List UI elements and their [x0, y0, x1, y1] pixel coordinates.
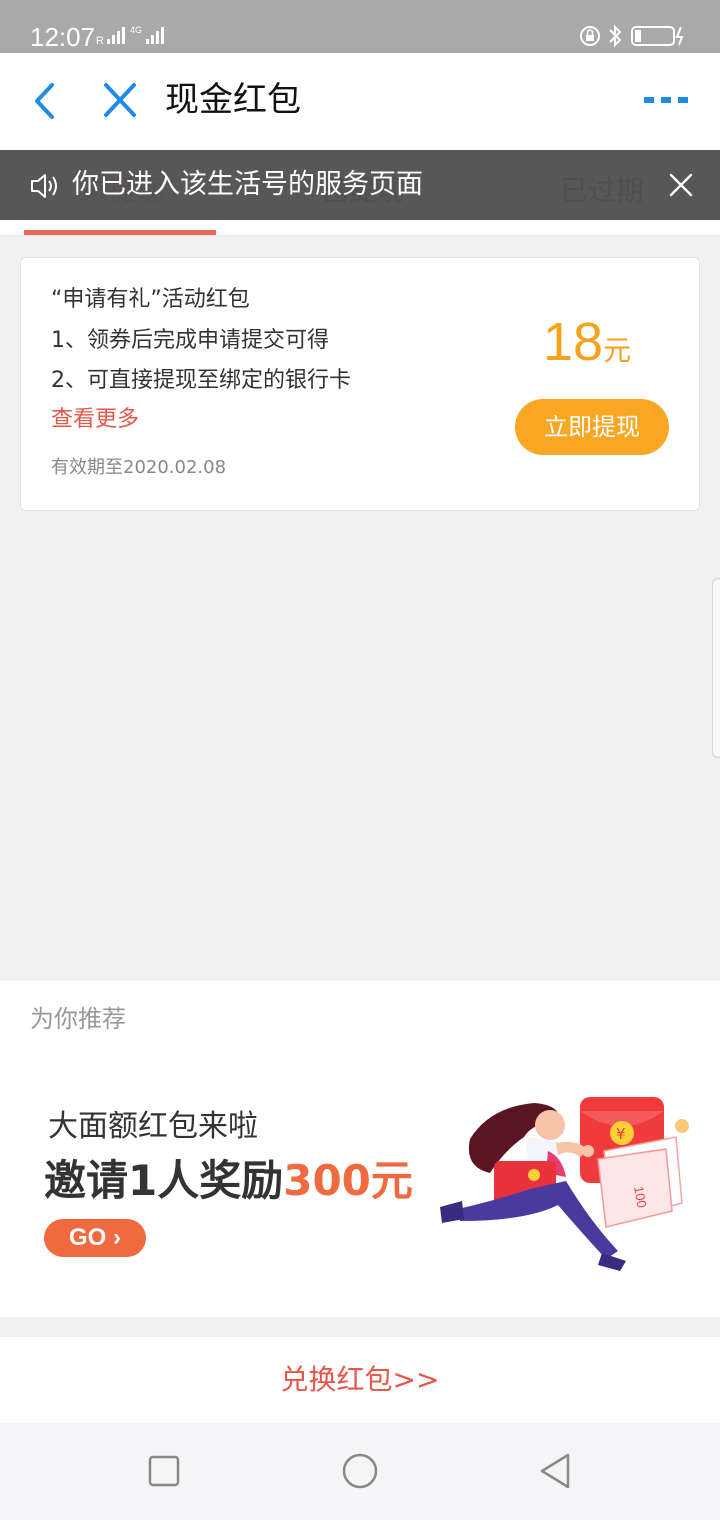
- banner-headline: 邀请1人奖励300元: [44, 1153, 413, 1209]
- recommend-section: 为你推荐 大面额红包来啦 邀请1人奖励300元 GO › ¥ 100: [0, 981, 720, 1317]
- envelope-yen-symbol: ¥: [616, 1125, 626, 1143]
- amount: 18元: [543, 310, 631, 374]
- status-time: 12:07: [30, 22, 96, 52]
- card-rule-2: 2、可直接提现至绑定的银行卡: [51, 368, 351, 393]
- svg-text:R: R: [96, 35, 104, 47]
- card-title: “申请有礼”活动红包: [51, 287, 250, 312]
- battery-icon: [631, 26, 684, 46]
- banner-headline-text: 邀请1人奖励: [44, 1156, 284, 1205]
- signal-icon: R 4G: [96, 25, 164, 47]
- home-icon[interactable]: [340, 1451, 380, 1491]
- status-bar: 12:07 R 4G: [0, 0, 720, 53]
- edge-handle[interactable]: [712, 578, 720, 758]
- banner-subtitle: 大面额红包来啦: [48, 1109, 258, 1144]
- view-more-link[interactable]: 查看更多: [51, 404, 139, 436]
- go-button[interactable]: GO ›: [44, 1219, 146, 1257]
- rotation-lock-icon: [580, 26, 600, 46]
- invite-banner[interactable]: 大面额红包来啦 邀请1人奖励300元 GO › ¥ 100: [0, 1073, 720, 1303]
- recent-apps-icon[interactable]: [144, 1451, 184, 1491]
- back-icon[interactable]: [24, 79, 68, 123]
- card-rule-1: 1、领券后完成申请提交可得: [51, 328, 329, 353]
- notice-text: 你已进入该生活号的服务页面: [72, 169, 423, 200]
- withdraw-now-button[interactable]: 立即提现: [515, 399, 669, 455]
- red-packet-card: “申请有礼”活动红包 1、领券后完成申请提交可得 2、可直接提现至绑定的银行卡 …: [20, 257, 700, 511]
- exchange-section: 兑换红包>>: [0, 1337, 720, 1423]
- page-title: 现金红包: [165, 80, 301, 120]
- nav-back-icon[interactable]: [536, 1451, 576, 1491]
- notice-close-icon[interactable]: [668, 172, 694, 198]
- header: 现金红包: [0, 53, 720, 148]
- bluetooth-icon: [609, 24, 622, 48]
- service-notice: 你已进入该生活号的服务页面: [0, 150, 720, 220]
- banner-headline-highlight: 300元: [283, 1156, 413, 1205]
- status-icons: [580, 24, 684, 48]
- recommend-title: 为你推荐: [30, 1005, 126, 1033]
- running-girl-illustration: ¥ 100: [440, 1097, 689, 1271]
- exchange-red-packet-link[interactable]: 兑换红包>>: [281, 1363, 440, 1396]
- tab-active-indicator: [24, 230, 216, 235]
- network-label: 4G: [130, 25, 142, 35]
- system-nav-bar: [0, 1423, 720, 1520]
- close-icon[interactable]: [96, 79, 144, 123]
- more-icon[interactable]: [642, 89, 690, 113]
- speaker-icon: [31, 174, 57, 198]
- expiry-date: 有效期至2020.02.08: [51, 457, 227, 478]
- amount-value: 18: [543, 312, 604, 372]
- amount-unit: 元: [603, 334, 632, 367]
